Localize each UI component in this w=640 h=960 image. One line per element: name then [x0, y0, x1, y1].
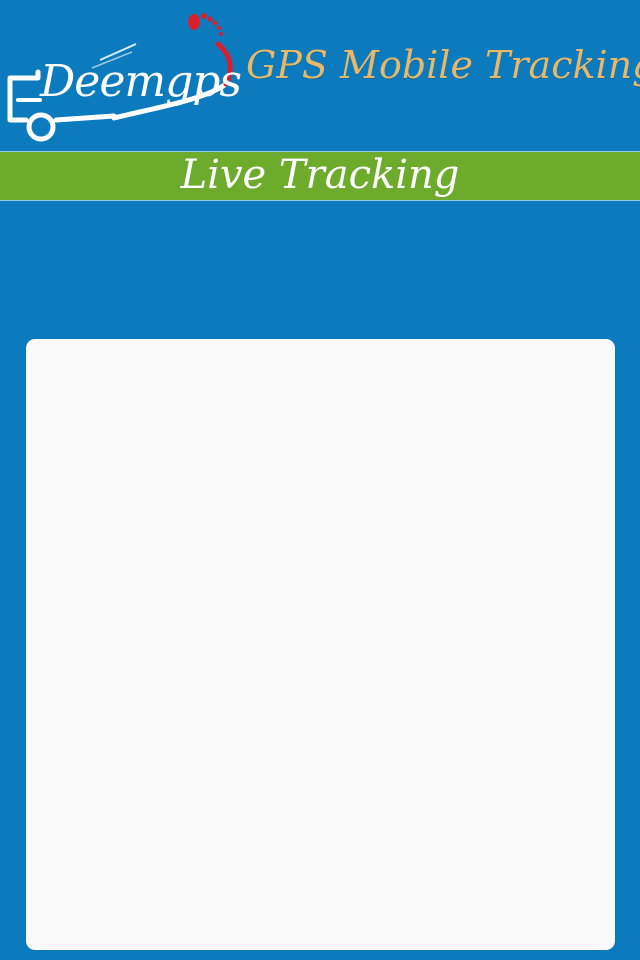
logo-wordmark: Deemgps [40, 56, 242, 107]
footprint-icon [188, 13, 223, 36]
map-panel[interactable] [26, 339, 615, 950]
app-header: Deemgps GPS Mobile Tracking [0, 0, 640, 150]
page-title: Live Tracking [180, 152, 460, 198]
deemgps-logo: Deemgps [4, 8, 242, 144]
app-title: GPS Mobile Tracking [246, 43, 640, 87]
live-tracking-bar: Live Tracking [0, 151, 640, 201]
